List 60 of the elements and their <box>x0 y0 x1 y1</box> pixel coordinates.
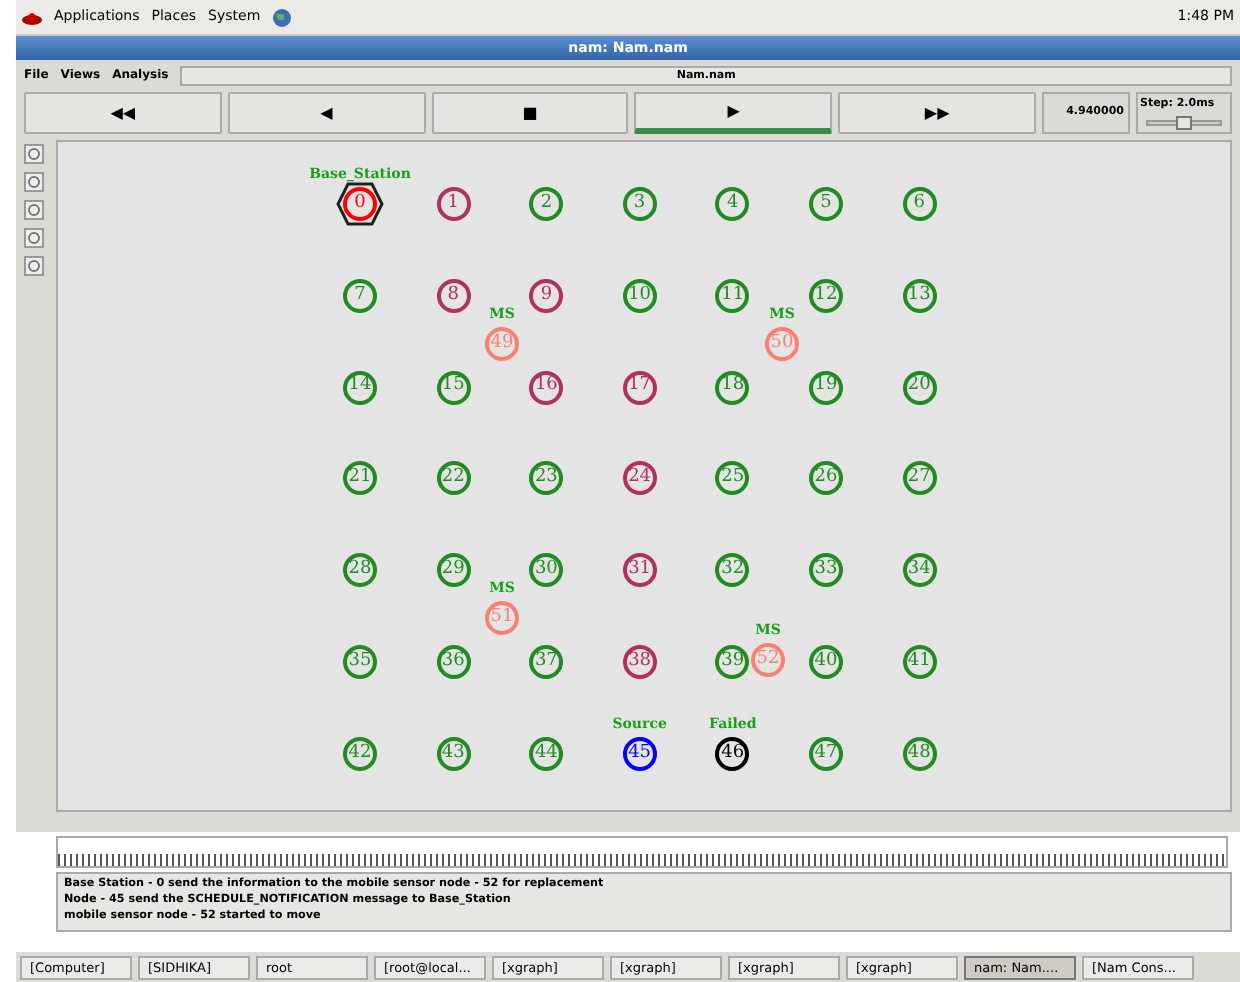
network-node[interactable]: 42 <box>343 736 377 771</box>
network-node[interactable]: 23 <box>529 461 564 496</box>
network-node[interactable]: 31 <box>622 553 657 588</box>
network-node[interactable]: 45 <box>622 736 657 771</box>
network-node[interactable]: 52 <box>751 643 785 677</box>
playback-button[interactable]: ▶▶ <box>838 92 1036 134</box>
network-node[interactable]: 3 <box>622 187 657 221</box>
network-node[interactable]: 43 <box>436 736 471 771</box>
network-node[interactable]: 0 <box>343 187 377 221</box>
timeline-ruler[interactable] <box>56 836 1228 868</box>
slider-thumb[interactable] <box>1175 116 1192 131</box>
network-node[interactable]: 7 <box>343 278 377 313</box>
network-node[interactable]: 28 <box>343 553 377 588</box>
network-node[interactable]: 11 <box>715 278 750 313</box>
network-node[interactable]: 10 <box>622 278 657 313</box>
network-node[interactable]: 13 <box>902 278 937 313</box>
network-node[interactable]: 38 <box>622 645 657 679</box>
network-node[interactable]: 26 <box>809 461 843 496</box>
network-node[interactable]: 25 <box>715 461 750 496</box>
network-node[interactable]: 49 <box>485 327 519 361</box>
network-node[interactable]: 47 <box>809 736 843 771</box>
network-node[interactable]: 2 <box>529 187 564 221</box>
network-node[interactable]: 51 <box>485 601 519 635</box>
network-node[interactable]: 37 <box>529 645 564 679</box>
network-node[interactable]: 41 <box>902 645 937 679</box>
globe-icon[interactable] <box>272 7 293 27</box>
network-node[interactable]: 33 <box>809 553 843 588</box>
network-node[interactable]: 5 <box>809 187 843 221</box>
network-node[interactable]: 48 <box>902 736 937 771</box>
network-node[interactable]: 32 <box>715 553 750 588</box>
hexagon-icon <box>336 182 384 226</box>
network-node[interactable]: 27 <box>902 461 937 496</box>
playback-button[interactable]: ■ <box>431 92 629 134</box>
network-node[interactable]: 44 <box>529 736 564 771</box>
network-node[interactable]: 12 <box>809 278 843 313</box>
network-node[interactable]: 19 <box>809 370 843 405</box>
network-node[interactable]: 24 <box>622 461 657 496</box>
playback-button[interactable]: ◀ <box>227 92 426 134</box>
playback-button[interactable]: ▶ <box>634 92 833 134</box>
network-node[interactable]: 4 <box>715 187 750 221</box>
network-node[interactable]: 29 <box>436 553 471 588</box>
network-node[interactable]: 34 <box>902 553 937 588</box>
network-node[interactable]: 8 <box>436 278 471 313</box>
network-node[interactable]: 39 <box>715 645 750 679</box>
network-node[interactable]: 30 <box>529 553 564 588</box>
network-node[interactable]: 1 <box>436 187 471 221</box>
network-node[interactable]: 50 <box>765 327 799 361</box>
network-node[interactable]: 35 <box>343 645 377 679</box>
hat-icon[interactable] <box>22 8 42 26</box>
network-node[interactable]: 46 <box>715 736 750 771</box>
network-node[interactable]: 6 <box>902 187 937 221</box>
network-node[interactable]: 40 <box>809 645 843 679</box>
network-node[interactable]: 36 <box>436 645 471 679</box>
network-node[interactable]: 22 <box>436 461 471 496</box>
network-node[interactable]: 21 <box>343 461 377 496</box>
network-node[interactable]: 14 <box>343 370 377 405</box>
circle-icon[interactable] <box>24 228 44 248</box>
network-node[interactable]: 9 <box>529 278 564 313</box>
playback-button[interactable]: ◀◀ <box>24 92 222 134</box>
network-node[interactable]: 18 <box>715 370 750 405</box>
